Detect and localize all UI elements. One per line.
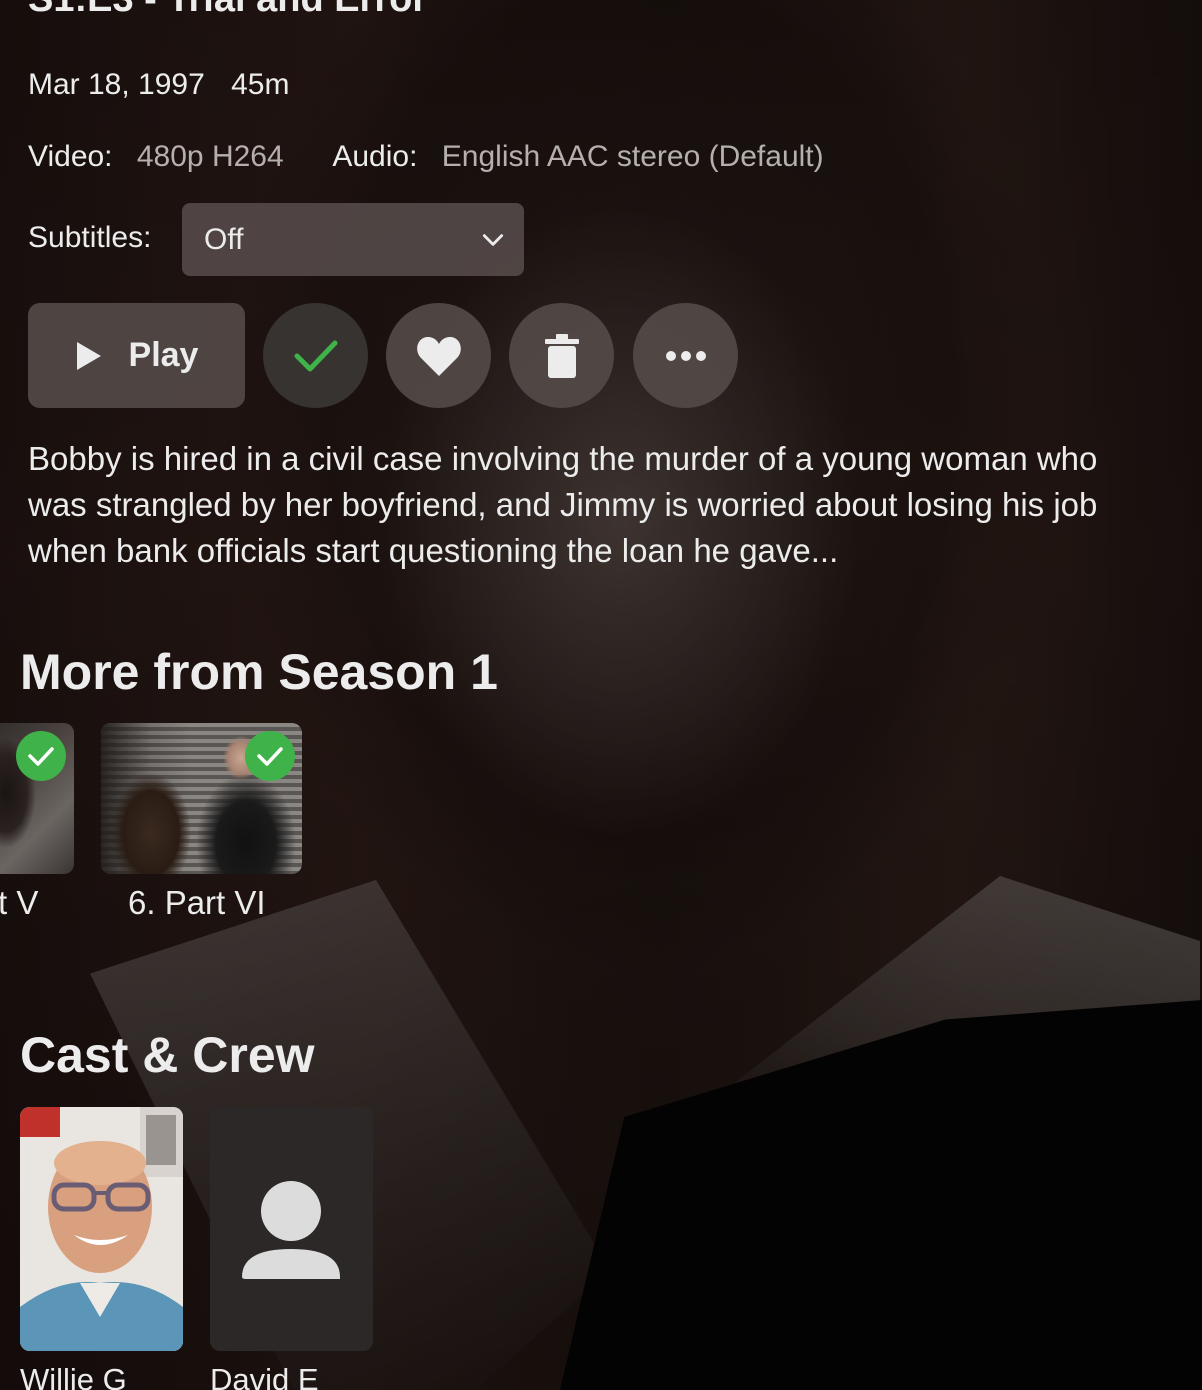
video-label: Video: [28, 140, 113, 173]
runtime: 45m [231, 68, 290, 101]
episode-meta: Mar 18, 1997 45m [28, 68, 307, 102]
person-photo [20, 1107, 183, 1351]
heart-icon [416, 336, 461, 376]
cast-name[interactable]: David E [210, 1362, 319, 1390]
episode-detail-page: S1:E3 - Trial and Error Mar 18, 1997 45m… [0, 0, 1202, 1390]
cast-card[interactable] [20, 1107, 183, 1351]
detail-content: S1:E3 - Trial and Error Mar 18, 1997 45m… [0, 0, 1202, 1390]
play-button[interactable]: Play [28, 303, 245, 408]
episode-card[interactable] [101, 723, 302, 874]
subtitles-selected-value: Off [204, 222, 244, 256]
play-label: Play [128, 336, 199, 374]
episode-overview: Bobby is hired in a civil case involving… [28, 440, 1098, 569]
more-options-button[interactable] [633, 303, 738, 408]
cast-name[interactable]: Willie G [20, 1362, 127, 1390]
media-info: Video: 480p H264 Audio: English AAC ster… [28, 140, 866, 174]
cast-crew-title: Cast & Crew [20, 1027, 315, 1083]
subtitles-label: Subtitles: [28, 221, 152, 254]
audio-value: English AAC stereo (Default) [441, 140, 824, 173]
episode-title: S1:E3 - Trial and Error [28, 0, 427, 21]
episode-label[interactable]: 6. Part VI [128, 884, 266, 922]
air-date: Mar 18, 1997 [28, 68, 205, 101]
audio-label: Audio: [332, 140, 418, 173]
episode-label[interactable]: t V [0, 884, 38, 922]
play-icon [76, 341, 101, 370]
video-value: 480p H264 [136, 140, 284, 173]
cast-card[interactable] [210, 1107, 373, 1351]
trash-icon [544, 333, 579, 378]
more-from-season-title: More from Season 1 [20, 644, 498, 700]
more-horizontal-icon [665, 350, 706, 361]
episode-card[interactable] [0, 723, 74, 874]
mark-played-button[interactable] [263, 303, 368, 408]
watched-check-icon [16, 731, 66, 781]
check-icon [294, 340, 337, 371]
person-placeholder-icon [242, 1181, 340, 1279]
delete-button[interactable] [509, 303, 614, 408]
favorite-button[interactable] [386, 303, 491, 408]
subtitles-select[interactable]: Off [182, 203, 524, 276]
watched-check-icon [245, 731, 295, 781]
chevron-down-icon [482, 234, 504, 246]
